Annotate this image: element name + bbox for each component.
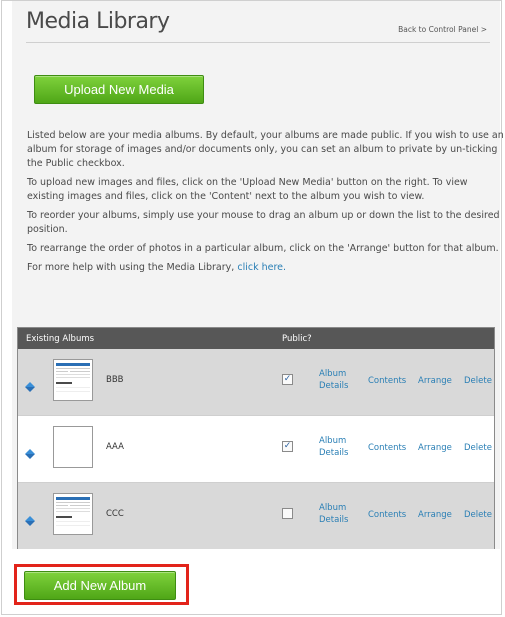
- album-row[interactable]: CCC Album Details Contents Arrange Delete: [18, 483, 494, 549]
- table-header: Existing Albums Public?: [18, 328, 494, 349]
- public-checkbox[interactable]: [282, 508, 293, 519]
- details-line1[interactable]: Album: [319, 436, 346, 446]
- upload-new-media-button[interactable]: Upload New Media: [34, 75, 204, 104]
- albums-table: Existing Albums Public? BBB ✓ Album Details…: [17, 327, 495, 549]
- highlight-box: [14, 564, 189, 605]
- instruction-paragraph: To rearrange the order of photos in a pa…: [27, 243, 499, 254]
- album-thumbnail: [53, 493, 93, 535]
- contents-link[interactable]: Contents: [368, 375, 406, 387]
- arrange-link[interactable]: Arrange: [418, 442, 452, 454]
- header-existing-albums: Existing Albums: [26, 334, 95, 344]
- help-text: For more help with using the Media Libra…: [27, 262, 235, 273]
- page-title: Media Library: [26, 9, 170, 34]
- album-details-link[interactable]: Album Details: [319, 435, 359, 459]
- details-line1[interactable]: Album: [319, 369, 346, 379]
- instructions: Listed below are your media albums. By d…: [27, 129, 505, 280]
- album-thumbnail: [53, 426, 93, 468]
- page-frame: Media Library Back to Control Panel > Up…: [1, 0, 505, 615]
- album-name: BBB: [106, 375, 124, 385]
- drag-handle-icon[interactable]: [25, 511, 35, 526]
- drag-handle-icon[interactable]: [25, 377, 35, 392]
- header-public: Public?: [282, 334, 312, 344]
- back-to-control-panel-link[interactable]: Back to Control Panel >: [398, 25, 487, 34]
- contents-link[interactable]: Contents: [368, 509, 406, 521]
- album-name: CCC: [106, 509, 124, 519]
- instruction-paragraph: Listed below are your media albums. By d…: [27, 130, 504, 169]
- help-paragraph: For more help with using the Media Libra…: [27, 261, 505, 275]
- details-line2[interactable]: Details: [319, 381, 348, 391]
- album-thumbnail: [53, 359, 93, 401]
- instruction-paragraph: To upload new images and files, click on…: [27, 177, 468, 202]
- delete-link[interactable]: Delete: [464, 442, 492, 454]
- delete-link[interactable]: Delete: [464, 509, 492, 521]
- album-row[interactable]: AAA ✓ Album Details Contents Arrange Delete: [18, 416, 494, 483]
- arrange-link[interactable]: Arrange: [418, 375, 452, 387]
- album-name: AAA: [106, 442, 124, 452]
- delete-link[interactable]: Delete: [464, 375, 492, 387]
- drag-handle-icon[interactable]: [25, 444, 35, 459]
- public-checkbox[interactable]: ✓: [282, 374, 293, 385]
- album-details-link[interactable]: Album Details: [319, 502, 359, 526]
- contents-link[interactable]: Contents: [368, 442, 406, 454]
- title-divider: [26, 42, 490, 43]
- details-line1[interactable]: Album: [319, 503, 346, 513]
- album-details-link[interactable]: Album Details: [319, 368, 359, 392]
- arrange-link[interactable]: Arrange: [418, 509, 452, 521]
- album-row[interactable]: BBB ✓ Album Details Contents Arrange Delete: [18, 349, 494, 416]
- details-line2[interactable]: Details: [319, 448, 348, 458]
- instruction-paragraph: To reorder your albums, simply use your …: [27, 210, 500, 235]
- public-checkbox[interactable]: ✓: [282, 441, 293, 452]
- details-line2[interactable]: Details: [319, 515, 348, 525]
- help-link[interactable]: click here.: [237, 262, 286, 273]
